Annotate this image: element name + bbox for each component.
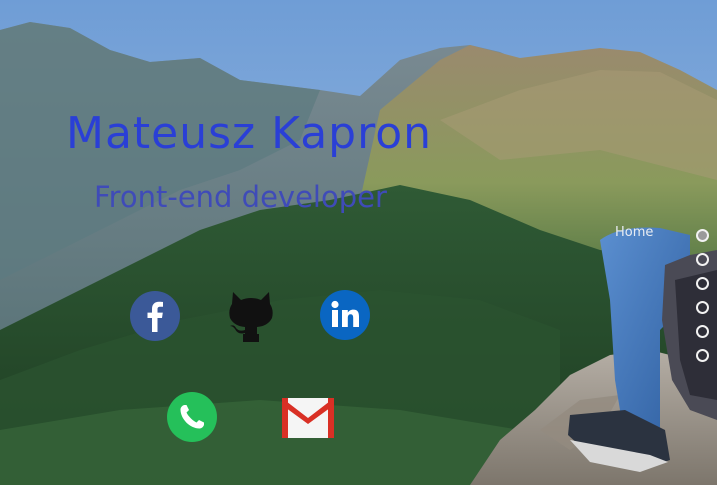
nav-dot-home[interactable] (696, 229, 709, 242)
nav-dot-5[interactable] (696, 325, 709, 338)
nav-dot-2[interactable] (696, 253, 709, 266)
nav-dot-4[interactable] (696, 301, 709, 314)
nav-dot-3[interactable] (696, 277, 709, 290)
gmail-link[interactable] (281, 397, 335, 439)
gmail-icon (282, 398, 334, 438)
phone-link[interactable] (166, 391, 218, 443)
hero-name-title: Mateusz Kapron (66, 108, 433, 159)
section-nav-dots (696, 229, 710, 373)
phone-icon (167, 392, 217, 442)
facebook-icon (130, 291, 180, 341)
nav-home-label[interactable]: Home (615, 225, 653, 240)
nav-dot-6[interactable] (696, 349, 709, 362)
hero-role-subtitle: Front-end developer (94, 180, 387, 214)
facebook-link[interactable] (129, 290, 181, 342)
github-link[interactable] (226, 288, 276, 342)
mountain-background-image (0, 0, 717, 485)
linkedin-icon (320, 290, 370, 340)
linkedin-link[interactable] (319, 289, 371, 341)
github-icon (229, 292, 273, 342)
page: Mateusz Kapron Front-end developer Home (0, 0, 717, 485)
